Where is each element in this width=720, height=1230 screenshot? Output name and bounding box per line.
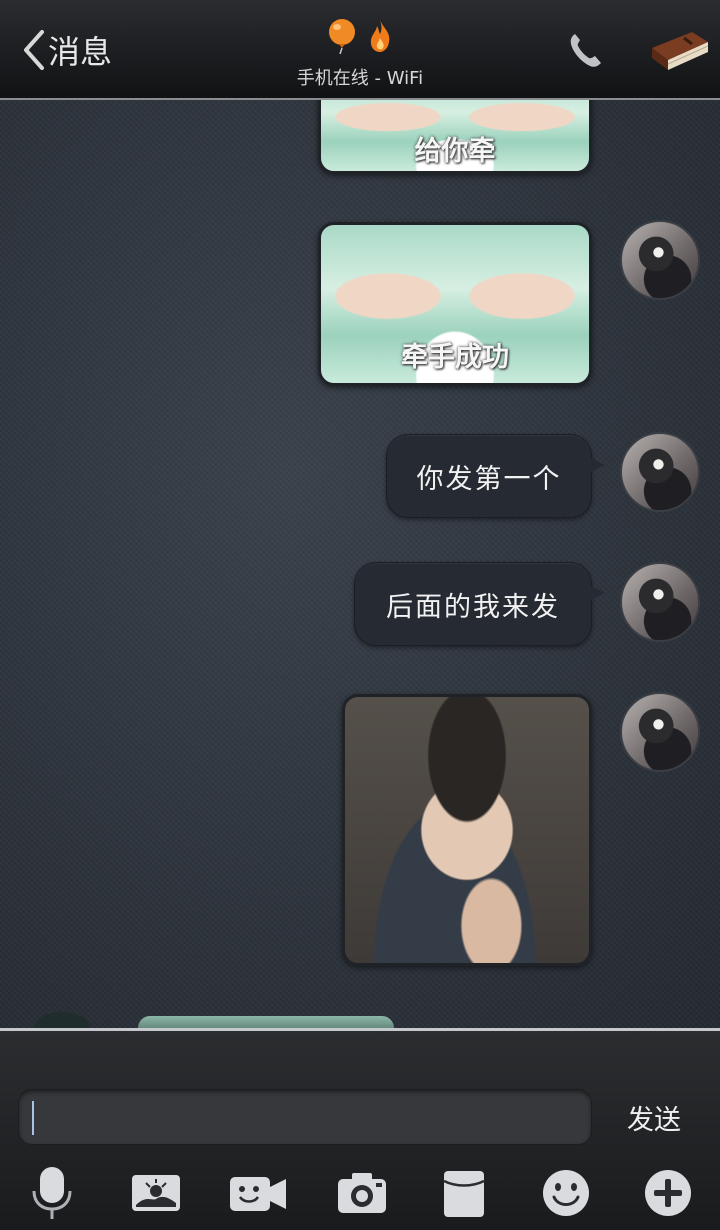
- chat-area[interactable]: 给你牵 牵手成功 你发第一个 后面的我来发: [0, 100, 720, 1028]
- avatar[interactable]: [34, 1012, 90, 1028]
- image-message[interactable]: [138, 1016, 394, 1028]
- chevron-left-icon: [24, 30, 44, 70]
- chat-title: 手机在线 - WiFi: [230, 18, 490, 90]
- image-caption: 给你牵: [414, 136, 496, 167]
- text-cursor: [32, 1101, 34, 1135]
- avatar[interactable]: [620, 692, 700, 772]
- camera-button[interactable]: [334, 1165, 390, 1221]
- call-button[interactable]: [566, 30, 606, 70]
- profile-button[interactable]: [648, 28, 712, 74]
- card-button[interactable]: [436, 1165, 492, 1221]
- back-button[interactable]: 消息: [20, 26, 112, 74]
- phone-icon: [570, 34, 601, 67]
- text-message[interactable]: 后面的我来发: [354, 562, 605, 646]
- message-input[interactable]: [18, 1089, 592, 1145]
- text-message[interactable]: 你发第一个: [386, 434, 605, 518]
- card-icon: [443, 1171, 485, 1217]
- back-label: 消息: [48, 33, 113, 71]
- image-message[interactable]: 牵手成功: [318, 222, 592, 386]
- picture-icon: [132, 1175, 180, 1211]
- plus-icon: [645, 1170, 691, 1216]
- camera-icon: [338, 1173, 386, 1213]
- profile-book-icon: [652, 32, 709, 70]
- image-message[interactable]: [342, 694, 592, 966]
- status-icons: [230, 18, 490, 56]
- video-button[interactable]: [228, 1165, 286, 1221]
- smiley-icon: [543, 1170, 589, 1216]
- top-bar: 消息 手机在线 - WiFi: [0, 0, 720, 100]
- avatar[interactable]: [620, 220, 700, 300]
- input-bar: 发送: [0, 1028, 720, 1230]
- more-button[interactable]: [640, 1165, 696, 1221]
- voice-button[interactable]: [24, 1165, 80, 1221]
- emoji-button[interactable]: [538, 1165, 594, 1221]
- toolbar: [0, 1159, 720, 1229]
- image-caption: 牵手成功: [401, 342, 509, 373]
- flame-icon: [370, 20, 390, 52]
- picture-button[interactable]: [128, 1165, 184, 1221]
- avatar[interactable]: [620, 432, 700, 512]
- image-message[interactable]: 给你牵: [318, 100, 592, 174]
- avatar[interactable]: [620, 562, 700, 642]
- balloon-icon: [329, 19, 355, 54]
- video-icon: [230, 1177, 286, 1211]
- send-button[interactable]: 发送: [612, 1093, 696, 1141]
- microphone-icon: [32, 1167, 72, 1219]
- online-status: 手机在线 - WiFi: [296, 68, 424, 89]
